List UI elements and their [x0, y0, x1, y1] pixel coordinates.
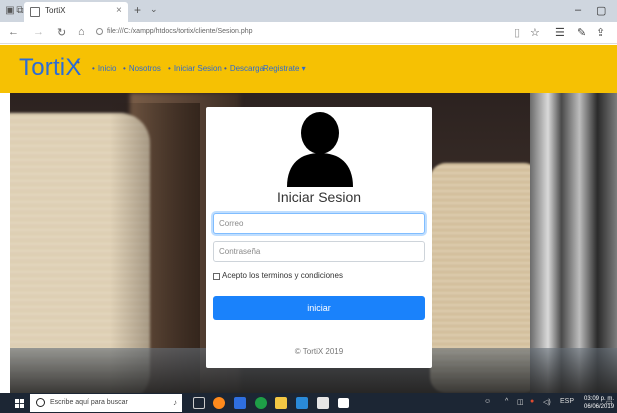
screen: ▣ ⧉ TortiX × + ⌄ – ▢ ← → ↻ ⌂ file:///C:/…	[0, 0, 617, 413]
forward-arrow-icon[interactable]: →	[33, 26, 44, 38]
nav-link-label: Nosotros	[128, 64, 161, 73]
browser-tab[interactable]: TortiX ×	[24, 2, 128, 22]
taskbar: Escribe aquí para buscar ♪ ☺ ^ ◫ ● ◁) ES…	[0, 393, 617, 413]
info-icon	[96, 28, 103, 35]
network-icon[interactable]: ◫	[517, 398, 524, 406]
site-navbar: TortiX • • Inicio • Nosotros • Iniciar Sesi…	[0, 45, 617, 93]
nav-link-descarga[interactable]: • Descarga	[224, 64, 264, 73]
nav-link-label: Inicio	[97, 64, 117, 73]
share-icon[interactable]: ⇪	[596, 26, 605, 39]
chrome-icon[interactable]	[255, 397, 267, 409]
browser-tab-bar: ▣ ⧉ TortiX × + ⌄ – ▢	[0, 0, 617, 22]
url-field[interactable]: file:///C:/xampp/htdocs/tortix/cliente/S…	[107, 28, 253, 35]
nav-link-inicio[interactable]: • Inicio	[92, 64, 117, 73]
favorites-hub-icon[interactable]: ☰	[555, 26, 565, 39]
login-card: Iniciar Sesion Acepto los terminos y con…	[206, 107, 432, 368]
maximize-button[interactable]: ▢	[596, 4, 606, 17]
nav-link-nosotros[interactable]: • Nosotros	[123, 64, 161, 73]
nav-link-label: Registrate ▾	[263, 64, 306, 73]
taskbar-search-placeholder: Escribe aquí para buscar	[50, 399, 128, 406]
home-icon[interactable]: ⌂	[78, 26, 85, 38]
nav-link-iniciar-sesion[interactable]: • Iniciar Sesion	[168, 64, 222, 73]
cortana-icon	[36, 398, 45, 407]
notes-pen-icon[interactable]: ✎	[577, 26, 586, 39]
people-icon[interactable]: ☺	[484, 398, 491, 405]
login-submit-button[interactable]: iniciar	[213, 296, 425, 320]
firefox-icon[interactable]	[213, 397, 225, 409]
mail-icon[interactable]	[338, 398, 349, 408]
brand-logo[interactable]: TortiX	[19, 54, 82, 82]
windows-start-icon[interactable]	[15, 399, 24, 408]
card-footer: © TortiX 2019	[294, 347, 344, 356]
task-view-icon[interactable]	[193, 397, 205, 409]
login-title: Iniciar Sesion	[276, 189, 362, 205]
password-field[interactable]	[213, 241, 425, 262]
tray-chevron-icon[interactable]: ^	[505, 398, 508, 405]
favorite-star-icon[interactable]: ☆	[530, 26, 540, 39]
antivirus-icon[interactable]: ●	[530, 398, 534, 405]
tab-list-chevron-icon[interactable]: ⌄	[150, 4, 158, 15]
terms-label[interactable]: Acepto los terminos y condiciones	[222, 271, 343, 280]
volume-icon[interactable]: ◁)	[543, 398, 551, 406]
taskbar-search-box[interactable]: Escribe aquí para buscar ♪	[30, 394, 182, 412]
reading-view-icon[interactable]: ▯	[514, 26, 520, 39]
notifications-icon[interactable]: ▭	[606, 398, 613, 406]
address-bar: ← → ↻ ⌂ file:///C:/xampp/htdocs/tortix/c…	[0, 22, 617, 44]
refresh-icon[interactable]: ↻	[57, 26, 66, 39]
back-arrow-icon[interactable]: ←	[8, 26, 19, 38]
nav-dropdown-registrate[interactable]: Registrate ▾	[263, 64, 306, 73]
navbar-toggler-dot: •	[77, 58, 80, 67]
word-icon[interactable]	[296, 397, 308, 409]
nav-link-label: Descarga	[229, 64, 265, 73]
terms-checkbox[interactable]	[213, 273, 220, 280]
minimize-button[interactable]: –	[575, 4, 581, 16]
page-icon	[30, 7, 40, 17]
email-field[interactable]	[213, 213, 425, 234]
edge-icon[interactable]	[234, 397, 246, 409]
tab-close-icon[interactable]: ×	[116, 5, 122, 16]
input-language[interactable]: ESP	[560, 398, 574, 405]
file-explorer-icon[interactable]	[275, 397, 287, 409]
new-tab-button[interactable]: +	[134, 3, 141, 17]
microphone-icon[interactable]: ♪	[173, 398, 177, 407]
user-avatar-icon	[287, 112, 353, 187]
nav-link-label: Iniciar Sesion	[173, 64, 222, 73]
tab-title: TortiX	[45, 6, 66, 15]
store-icon[interactable]	[317, 397, 329, 409]
